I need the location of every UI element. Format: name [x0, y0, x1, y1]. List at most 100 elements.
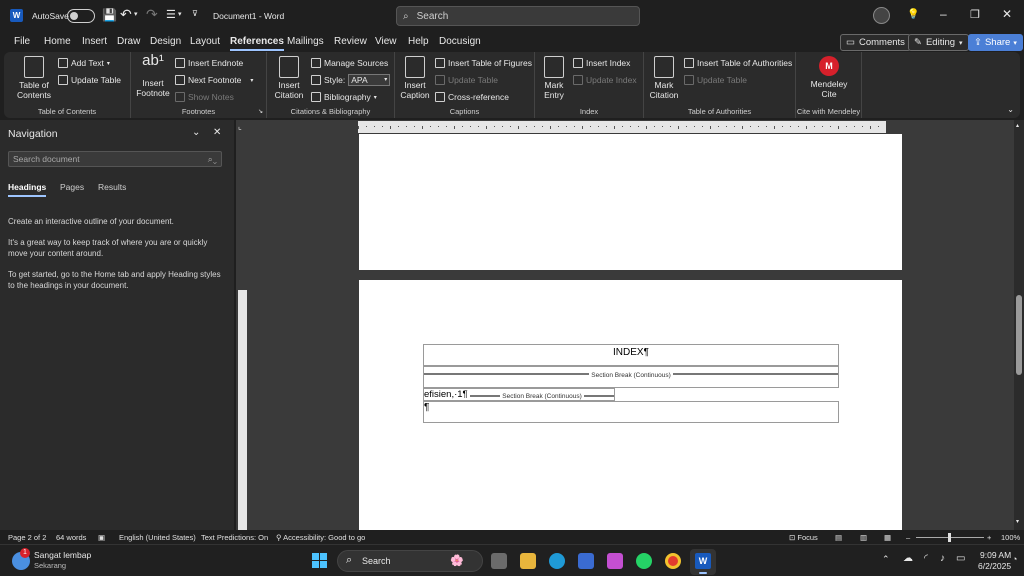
mark-citation-button[interactable]: Mark Citation — [648, 56, 680, 100]
horizontal-ruler[interactable] — [358, 121, 886, 133]
section-break-box[interactable]: Section Break (Continuous) — [423, 366, 839, 388]
read-mode-icon[interactable]: ▤ — [835, 533, 842, 542]
page-1[interactable] — [359, 134, 902, 270]
edge-icon[interactable] — [549, 553, 565, 569]
tab-help[interactable]: Help — [408, 36, 429, 47]
nav-options-icon[interactable]: ⌄ — [192, 127, 200, 138]
clock-time[interactable]: 9:09 AM — [980, 550, 1011, 560]
tab-design[interactable]: Design — [150, 36, 181, 47]
accessibility-status[interactable]: ⚲ Accessibility: Good to go — [276, 533, 365, 542]
insert-footnote-button[interactable]: ab¹ Insert Footnote — [135, 53, 171, 98]
paragraph-box[interactable]: ¶ — [423, 401, 839, 423]
insert-index-button[interactable]: Insert Index — [573, 58, 630, 68]
vertical-ruler[interactable] — [238, 290, 247, 530]
proofing-icon[interactable]: ▣ — [98, 533, 105, 542]
file-explorer-icon[interactable] — [520, 553, 536, 569]
format-dropdown-icon[interactable]: ▾ — [178, 10, 182, 18]
customize-qat-icon[interactable]: ⊽ — [192, 9, 198, 18]
entry-box[interactable]: efisien,·1¶ Section Break (Continuous) — [423, 388, 615, 401]
redo-icon[interactable]: ↷ — [146, 6, 158, 23]
zoom-out-icon[interactable]: – — [906, 533, 910, 542]
tab-file[interactable]: File — [14, 36, 30, 47]
tab-review[interactable]: Review — [334, 36, 367, 47]
style-select[interactable]: APA ▾ — [348, 74, 391, 86]
update-table-button[interactable]: Update Table — [58, 75, 121, 85]
manage-sources-button[interactable]: Manage Sources — [311, 58, 388, 68]
autosave-toggle[interactable] — [67, 9, 95, 23]
taskbar-search[interactable]: ⌕ Search 🌸 — [337, 550, 483, 572]
page-indicator[interactable]: Page 2 of 2 — [8, 533, 46, 542]
add-text-button[interactable]: Add Text ▾ — [58, 58, 110, 68]
ribbon-collapse-icon[interactable]: ⌄ — [1007, 105, 1014, 114]
nav-search-input[interactable]: Search document ⌕⌄ — [8, 151, 222, 167]
editing-button[interactable]: ✎ Editing ▾ — [908, 34, 969, 51]
scroll-thumb[interactable] — [1016, 295, 1022, 375]
update-toa-button[interactable]: Update Table — [684, 75, 747, 85]
share-button[interactable]: ⇪ Share ▾ — [968, 34, 1023, 51]
undo-icon[interactable]: ↶ — [120, 6, 132, 23]
tab-docusign[interactable]: Docusign — [439, 36, 481, 47]
show-hidden-icons-icon[interactable]: ⌃ — [882, 554, 890, 565]
tab-layout[interactable]: Layout — [190, 36, 220, 47]
next-footnote-button[interactable]: Next Footnote ▾ — [175, 75, 253, 85]
avatar[interactable] — [873, 7, 890, 24]
onedrive-icon[interactable]: ☁ — [903, 553, 913, 564]
save-icon[interactable]: 💾 — [102, 8, 117, 22]
scroll-up-icon[interactable]: ▴ — [1016, 122, 1019, 129]
tab-selector-icon[interactable]: ⌞ — [238, 122, 242, 131]
volume-icon[interactable]: ♪ — [940, 553, 945, 564]
comments-button[interactable]: ▭ Comments — [840, 34, 911, 51]
clock-date[interactable]: 6/2/2025 — [978, 561, 1011, 571]
lightbulb-icon[interactable]: 💡 — [907, 9, 919, 20]
chrome-icon[interactable] — [665, 553, 681, 569]
cross-reference-button[interactable]: Cross-reference — [435, 92, 509, 102]
insert-tof-button[interactable]: Insert Table of Figures — [435, 58, 532, 68]
whatsapp-icon[interactable] — [636, 553, 652, 569]
windows-start-icon[interactable] — [312, 553, 327, 568]
index-box[interactable]: INDEX¶ — [423, 344, 839, 366]
zoom-in-icon[interactable]: + — [987, 533, 991, 542]
tab-mailings[interactable]: Mailings — [287, 36, 324, 47]
store-icon[interactable] — [578, 553, 594, 569]
insert-citation-button[interactable]: Insert Citation — [271, 56, 307, 100]
insert-endnote-button[interactable]: Insert Endnote — [175, 58, 243, 68]
format-icon[interactable]: ☰ — [166, 8, 176, 21]
tab-pages[interactable]: Pages — [60, 182, 84, 192]
weather-title[interactable]: Sangat lembap — [34, 550, 91, 560]
web-layout-icon[interactable]: ▦ — [884, 533, 891, 542]
vertical-scrollbar[interactable]: ▴ ▾ — [1014, 120, 1024, 530]
word-taskbar-button[interactable]: W — [690, 549, 716, 575]
insert-toa-button[interactable]: Insert Table of Authorities — [684, 58, 792, 68]
footnotes-launcher-icon[interactable]: ↘ — [258, 108, 263, 115]
bibliography-button[interactable]: Bibliography ▾ — [311, 92, 377, 102]
update-tof-button[interactable]: Update Table — [435, 75, 498, 85]
focus-button[interactable]: ⊡ Focus — [789, 533, 818, 542]
mark-entry-button[interactable]: Mark Entry — [539, 56, 569, 100]
language-indicator[interactable]: English (United States) — [119, 533, 196, 542]
tab-references[interactable]: References — [230, 36, 284, 51]
show-notes-button[interactable]: Show Notes — [175, 92, 234, 102]
update-index-button[interactable]: Update Index — [573, 75, 637, 85]
wifi-icon[interactable]: ◜ — [924, 553, 928, 564]
tab-headings[interactable]: Headings — [8, 182, 47, 197]
copilot-icon[interactable] — [607, 553, 623, 569]
tab-results[interactable]: Results — [98, 182, 126, 192]
nav-close-icon[interactable]: ✕ — [213, 127, 221, 138]
close-icon[interactable]: ✕ — [1002, 7, 1012, 21]
restore-icon[interactable]: ❐ — [970, 8, 980, 21]
battery-icon[interactable]: ▭ — [956, 553, 965, 564]
table-of-contents-button[interactable]: Table of Contents — [10, 56, 58, 100]
zoom-slider-thumb[interactable] — [948, 533, 951, 542]
page-2[interactable]: INDEX¶ Section Break (Continuous) efisie… — [359, 280, 902, 530]
insert-caption-button[interactable]: Insert Caption — [399, 56, 431, 100]
tab-insert[interactable]: Insert — [82, 36, 107, 47]
tab-home[interactable]: Home — [44, 36, 71, 47]
scroll-down-icon[interactable]: ▾ — [1016, 518, 1019, 525]
tab-view[interactable]: View — [375, 36, 397, 47]
notifications-icon[interactable]: ◔ — [1012, 554, 1017, 564]
word-count[interactable]: 64 words — [56, 533, 86, 542]
text-predictions[interactable]: Text Predictions: On — [201, 533, 268, 542]
search-box[interactable]: ⌕ Search — [396, 6, 640, 26]
zoom-level[interactable]: 100% — [1001, 533, 1020, 542]
nav-search-icon[interactable]: ⌕⌄ — [208, 152, 217, 166]
